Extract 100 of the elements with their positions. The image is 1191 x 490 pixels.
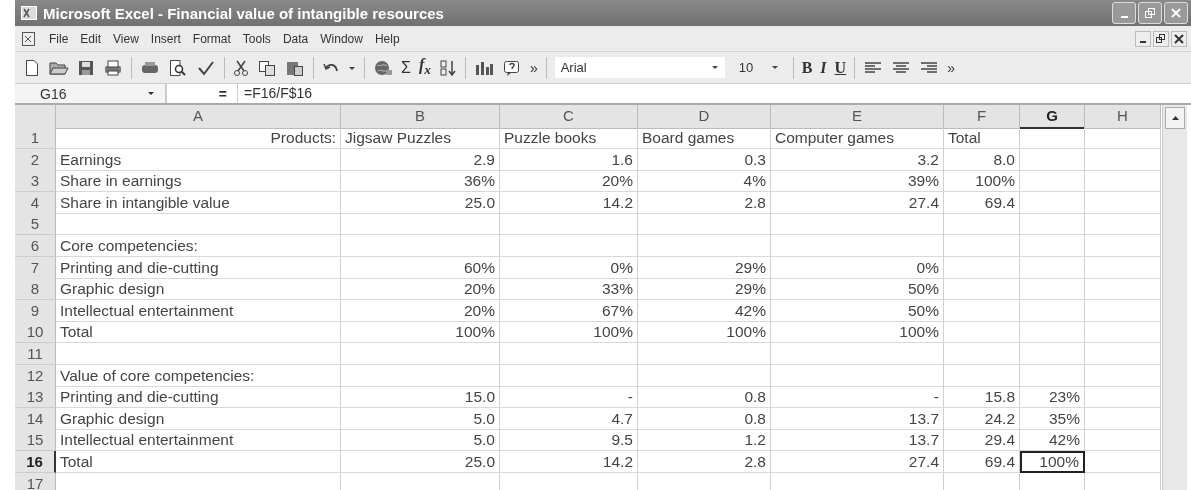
table-cell: 25.0	[341, 450, 500, 473]
column-header[interactable]: D	[638, 105, 771, 129]
column-header[interactable]: E	[771, 105, 944, 129]
table-cell: 15.0	[341, 386, 500, 409]
table-cell: 36%	[341, 170, 500, 193]
close-button[interactable]	[1171, 30, 1187, 47]
table-cell: 0%	[771, 256, 944, 279]
caret-icon	[770, 64, 779, 71]
more-button[interactable]: »	[947, 58, 955, 77]
scissors-icon[interactable]	[233, 58, 249, 77]
table-cell: 0%	[500, 256, 638, 279]
scroll-bar[interactable]	[1162, 105, 1187, 490]
menu-item[interactable]: View	[113, 31, 139, 46]
table-cell: Value of core competencies:	[56, 364, 341, 387]
menu-item[interactable]: Format	[192, 31, 231, 46]
column-header[interactable]: H	[1085, 105, 1161, 129]
table-cell: Share in intangible value	[56, 191, 341, 214]
row-header[interactable]: 5	[15, 213, 56, 236]
save-icon[interactable]	[77, 58, 95, 77]
table-cell: 100%	[944, 170, 1020, 193]
table-cell: 50%	[771, 278, 944, 301]
menu-item[interactable]: Edit	[80, 31, 102, 46]
table-cell: -	[500, 386, 638, 409]
row-header[interactable]: 12	[15, 364, 56, 387]
table-cell: 23%	[1020, 386, 1085, 409]
bold-button[interactable]: B	[801, 58, 813, 77]
table-cell: Total	[944, 127, 1020, 149]
row-header[interactable]: 9	[15, 299, 56, 322]
function-button[interactable]: f$_{x}$	[418, 55, 431, 80]
name-box[interactable]: G16	[15, 84, 167, 103]
close-icon	[1170, 7, 1182, 19]
table-cell: 35%	[1020, 407, 1085, 430]
close-icon	[1174, 33, 1184, 44]
help-icon[interactable]	[501, 58, 522, 77]
row-header[interactable]: 1	[15, 127, 56, 149]
table-cell: 27.4	[771, 450, 944, 473]
table-cell: 29.4	[944, 429, 1020, 452]
menu-item[interactable]: Data	[282, 31, 309, 46]
menu-item[interactable]: Window	[320, 31, 363, 46]
table-cell: 15.8	[944, 386, 1020, 409]
table-cell: 100%	[500, 321, 638, 344]
new-document-icon[interactable]	[23, 58, 41, 77]
sort-ascending-icon[interactable]	[438, 58, 457, 77]
row-header[interactable]: 15	[15, 429, 56, 452]
menu-item[interactable]: File	[49, 31, 69, 46]
table-cell: 2.8	[638, 191, 771, 214]
row-header[interactable]: 7	[15, 256, 56, 279]
row-header[interactable]: 13	[15, 386, 56, 409]
globe-icon[interactable]	[373, 58, 393, 77]
column-header[interactable]: C	[500, 105, 638, 129]
row-header[interactable]: 16	[15, 450, 56, 473]
table-cell: 4.7	[500, 407, 638, 430]
table-cell: 29%	[638, 278, 771, 301]
row-header[interactable]: 10	[15, 321, 56, 344]
menu-item[interactable]: Tools	[242, 31, 271, 46]
caret-icon	[147, 90, 155, 97]
table-cell: 20%	[341, 299, 500, 322]
row-header[interactable]: 3	[15, 170, 56, 193]
scroll-up-button[interactable]	[1165, 107, 1185, 129]
table-cell	[1020, 234, 1085, 257]
font-size-dropdown[interactable]: 10	[732, 57, 785, 78]
italic-button[interactable]: I	[820, 58, 827, 77]
table-cell: 8.0	[944, 148, 1020, 171]
table-cell	[1020, 364, 1085, 387]
table-cell: 5.0	[341, 429, 500, 452]
table-cell: Graphic design	[56, 278, 341, 301]
table-cell	[1020, 299, 1085, 322]
table-cell: 14.2	[500, 450, 638, 473]
minimize-button[interactable]	[1135, 30, 1151, 47]
row-header[interactable]: 14	[15, 407, 56, 430]
table-cell: 3.2	[771, 148, 944, 171]
column-header[interactable]: F	[944, 105, 1020, 129]
table-cell: 1.2	[638, 429, 771, 452]
column-header[interactable]: G	[1020, 105, 1085, 129]
font-dropdown[interactable]: Arial	[554, 57, 725, 78]
table-cell	[1020, 191, 1085, 214]
more-button[interactable]: »	[529, 58, 538, 77]
table-cell: Puzzle books	[500, 127, 638, 149]
row-header[interactable]: 11	[15, 342, 56, 365]
row-header[interactable]: 6	[15, 234, 56, 257]
row-header[interactable]: 8	[15, 278, 56, 301]
restore-button[interactable]	[1153, 30, 1169, 47]
table-cell: 69.4	[944, 191, 1020, 214]
underline-button[interactable]: U	[834, 58, 847, 77]
workbook-icon[interactable]	[21, 30, 37, 47]
table-cell: 0.8	[638, 386, 771, 409]
copy-icon[interactable]	[257, 58, 277, 77]
up-arrow-icon	[1170, 115, 1180, 121]
table-cell: 20%	[500, 170, 638, 193]
printer-icon[interactable]	[103, 58, 123, 77]
column-header[interactable]: B	[341, 105, 500, 129]
sum-button[interactable]: Σ	[401, 58, 411, 77]
column-header[interactable]: A	[56, 105, 341, 129]
table-cell: 42%	[1020, 429, 1085, 452]
print-preview-icon[interactable]	[168, 58, 188, 77]
menu-item[interactable]: Help	[374, 31, 400, 46]
table-cell: Printing and die-cutting	[56, 386, 341, 409]
row-header[interactable]: 2	[15, 148, 56, 171]
row-header[interactable]: 4	[15, 191, 56, 214]
menu-item[interactable]: Insert	[150, 31, 181, 46]
